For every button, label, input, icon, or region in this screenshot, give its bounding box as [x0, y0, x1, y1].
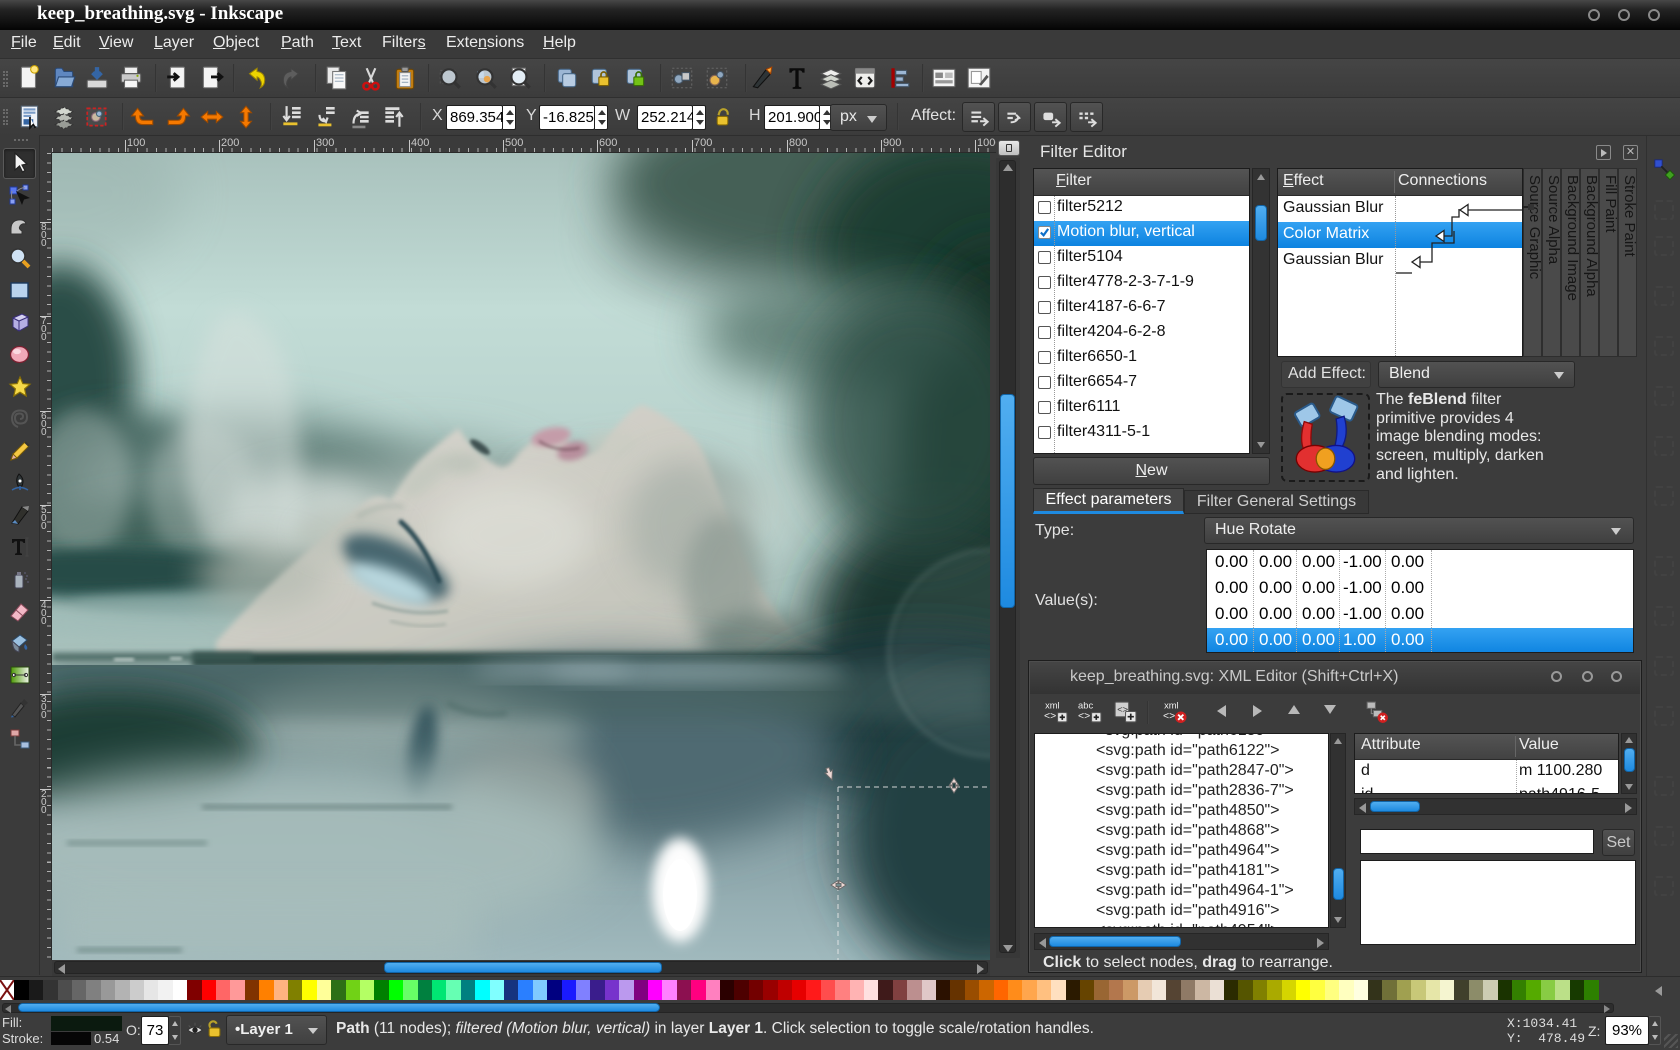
svg-text:<>: <>: [1163, 711, 1175, 722]
svg-text:xml: xml: [1045, 700, 1060, 710]
svg-text:<>: <>: [1078, 711, 1090, 722]
svg-text:<>: <>: [1044, 711, 1056, 722]
svg-text:xml: xml: [1164, 700, 1179, 710]
svg-text:abc: abc: [1078, 700, 1093, 710]
